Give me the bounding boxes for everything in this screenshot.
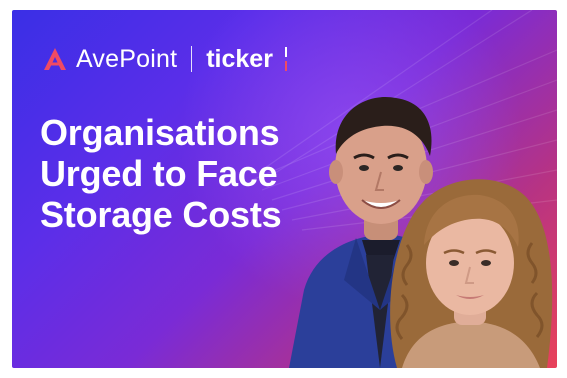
person-woman-photo — [390, 179, 553, 368]
ticker-bars-icon — [284, 47, 287, 71]
avepoint-logo-icon — [44, 48, 66, 70]
ticker-wordmark: ticker — [206, 44, 273, 73]
brand-lockup: AvePoint ticker — [42, 44, 289, 74]
brand-divider — [191, 46, 193, 72]
avepoint-wordmark: AvePoint — [76, 44, 178, 73]
thumbnail-card: AvePoint ticker Organisations Urged to F… — [12, 10, 557, 368]
